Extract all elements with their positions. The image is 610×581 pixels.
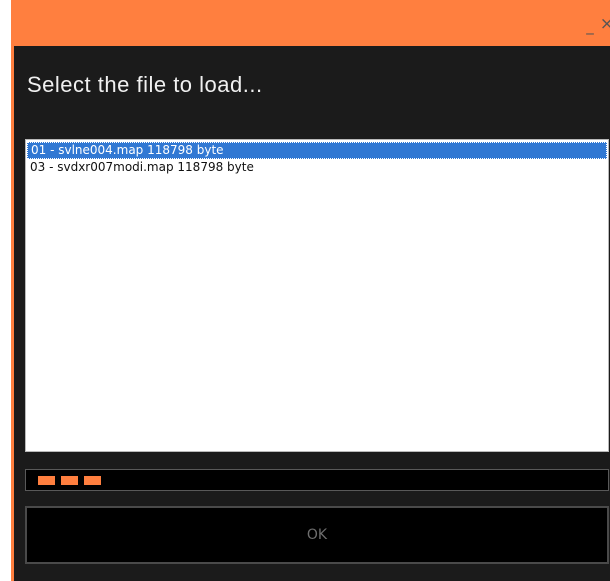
progress-segment (84, 476, 101, 485)
list-item[interactable]: 03 - svdxr007modi.map 118798 byte (26, 159, 608, 176)
list-item-selected[interactable]: 01 - svlne004.map 118798 byte (27, 142, 607, 159)
dialog-body: Select the file to load... 01 - svlne004… (14, 46, 610, 581)
window-controls: _ × (586, 14, 610, 36)
progress-segment (61, 476, 78, 485)
progress-bar (25, 469, 609, 491)
title-bar[interactable]: _ × (11, 0, 610, 46)
ok-button[interactable]: OK (25, 506, 609, 564)
file-listbox[interactable]: 01 - svlne004.map 118798 byte 03 - svdxr… (25, 139, 609, 452)
progress-segment (38, 476, 55, 485)
minimize-button[interactable]: _ (586, 16, 594, 36)
close-button[interactable]: × (600, 14, 610, 34)
dialog-heading: Select the file to load... (27, 72, 263, 97)
